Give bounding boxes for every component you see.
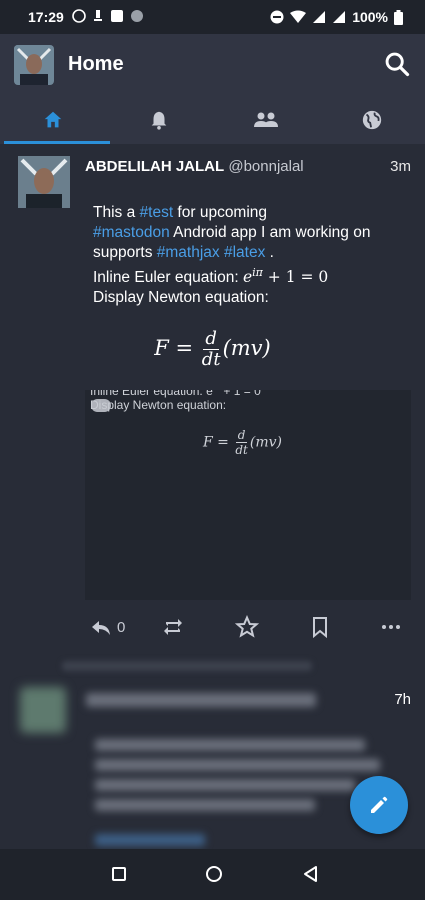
author-handle: @bonnjalal [228,158,304,175]
hashtag-mastodon[interactable]: #mastodon [93,224,170,241]
status-time: 17:29 [28,9,64,25]
bell-icon [152,111,167,130]
page-title: Home [68,53,124,75]
inline-equation: eiπ + 1 = 0 [242,266,329,287]
hashtag-latex[interactable]: #latex [224,244,265,261]
tab-local[interactable] [213,96,319,144]
tab-home[interactable] [0,96,111,144]
post-text: This a [93,204,140,221]
reply-count: 0 [117,618,126,636]
hashtag-mathjax[interactable]: #mathjax [157,244,220,261]
blurred-text [95,799,315,811]
dnd-icon [270,10,284,24]
hide-media-icon[interactable] [91,399,111,412]
more-icon [382,625,400,629]
blurred-text [95,739,365,751]
author-display-name: ABDELILAH JALAL [85,158,225,175]
tab-notifications[interactable] [106,96,212,144]
recent-apps-icon[interactable] [108,863,130,885]
tab-federated[interactable] [319,96,425,144]
search-icon[interactable] [383,50,411,78]
image-icon [111,10,123,22]
timeline-tabs [0,96,425,144]
post-actions: 0 [85,612,415,642]
signal2-icon [333,11,346,23]
battery-percent: 100% [352,9,388,25]
star-icon [235,615,259,638]
pencil-icon [371,796,388,813]
system-icons: 100% [270,9,403,25]
avatar-photo-icon [18,156,70,208]
hashtag-test[interactable]: #test [140,204,174,221]
post-text: . [265,244,274,261]
home-nav-icon[interactable] [203,863,225,885]
display-equation: F = d dt (mv) [154,328,271,370]
blurred-link [95,834,205,846]
avatar-photo-icon [14,45,54,85]
wifi-icon [290,10,307,23]
status-post[interactable]: ABDELILAH JALAL @bonnjalal 3m This a #te… [0,144,425,649]
next-post-timestamp: 7h [394,691,411,708]
home-icon [44,111,62,128]
bookmark-icon [313,617,327,639]
app-bar: Home [0,34,425,96]
dot-icon [131,10,143,22]
notification-icons [72,9,144,23]
status-bar: 17:29 100% [0,0,425,34]
inline-equation-label: Inline Euler equation: [93,269,243,287]
boost-button[interactable] [161,612,185,642]
favourite-button[interactable] [235,612,259,642]
blurred-text [95,779,355,791]
bookmark-button[interactable] [308,612,332,642]
media-equation: F = d dt (mv) [203,428,282,457]
post-content: This a #test for upcoming #mastodon Andr… [93,203,413,308]
whatsapp-icon [72,9,86,23]
account-avatar[interactable] [14,45,54,85]
data-speed-icon [94,10,102,21]
reply-button[interactable]: 0 [89,612,125,642]
post-author[interactable]: ABDELILAH JALAL @bonnjalal [85,158,304,175]
globe-icon [362,110,382,130]
compose-button[interactable] [350,776,408,834]
next-post-author-blurred [86,693,316,707]
blurred-text [95,759,380,771]
display-equation-label: Display Newton equation: [93,289,269,307]
post-timestamp: 3m [390,158,411,175]
post-author-avatar[interactable] [18,156,70,208]
back-icon[interactable] [300,863,322,885]
boost-icon [164,619,182,635]
reply-icon [92,621,110,635]
post-text: for upcoming [173,204,268,221]
next-post-avatar[interactable] [20,687,66,733]
boost-info-blurred [62,661,312,671]
media-text-line1: Inline Euler equation: eiπ + 1 = 0 [90,390,261,398]
media-attachment[interactable]: Inline Euler equation: eiπ + 1 = 0 Displ… [85,390,411,600]
battery-icon [394,9,403,25]
more-button[interactable] [379,612,403,642]
system-navigation-bar [0,849,425,900]
people-icon [253,112,278,127]
signal-icon [313,11,326,23]
